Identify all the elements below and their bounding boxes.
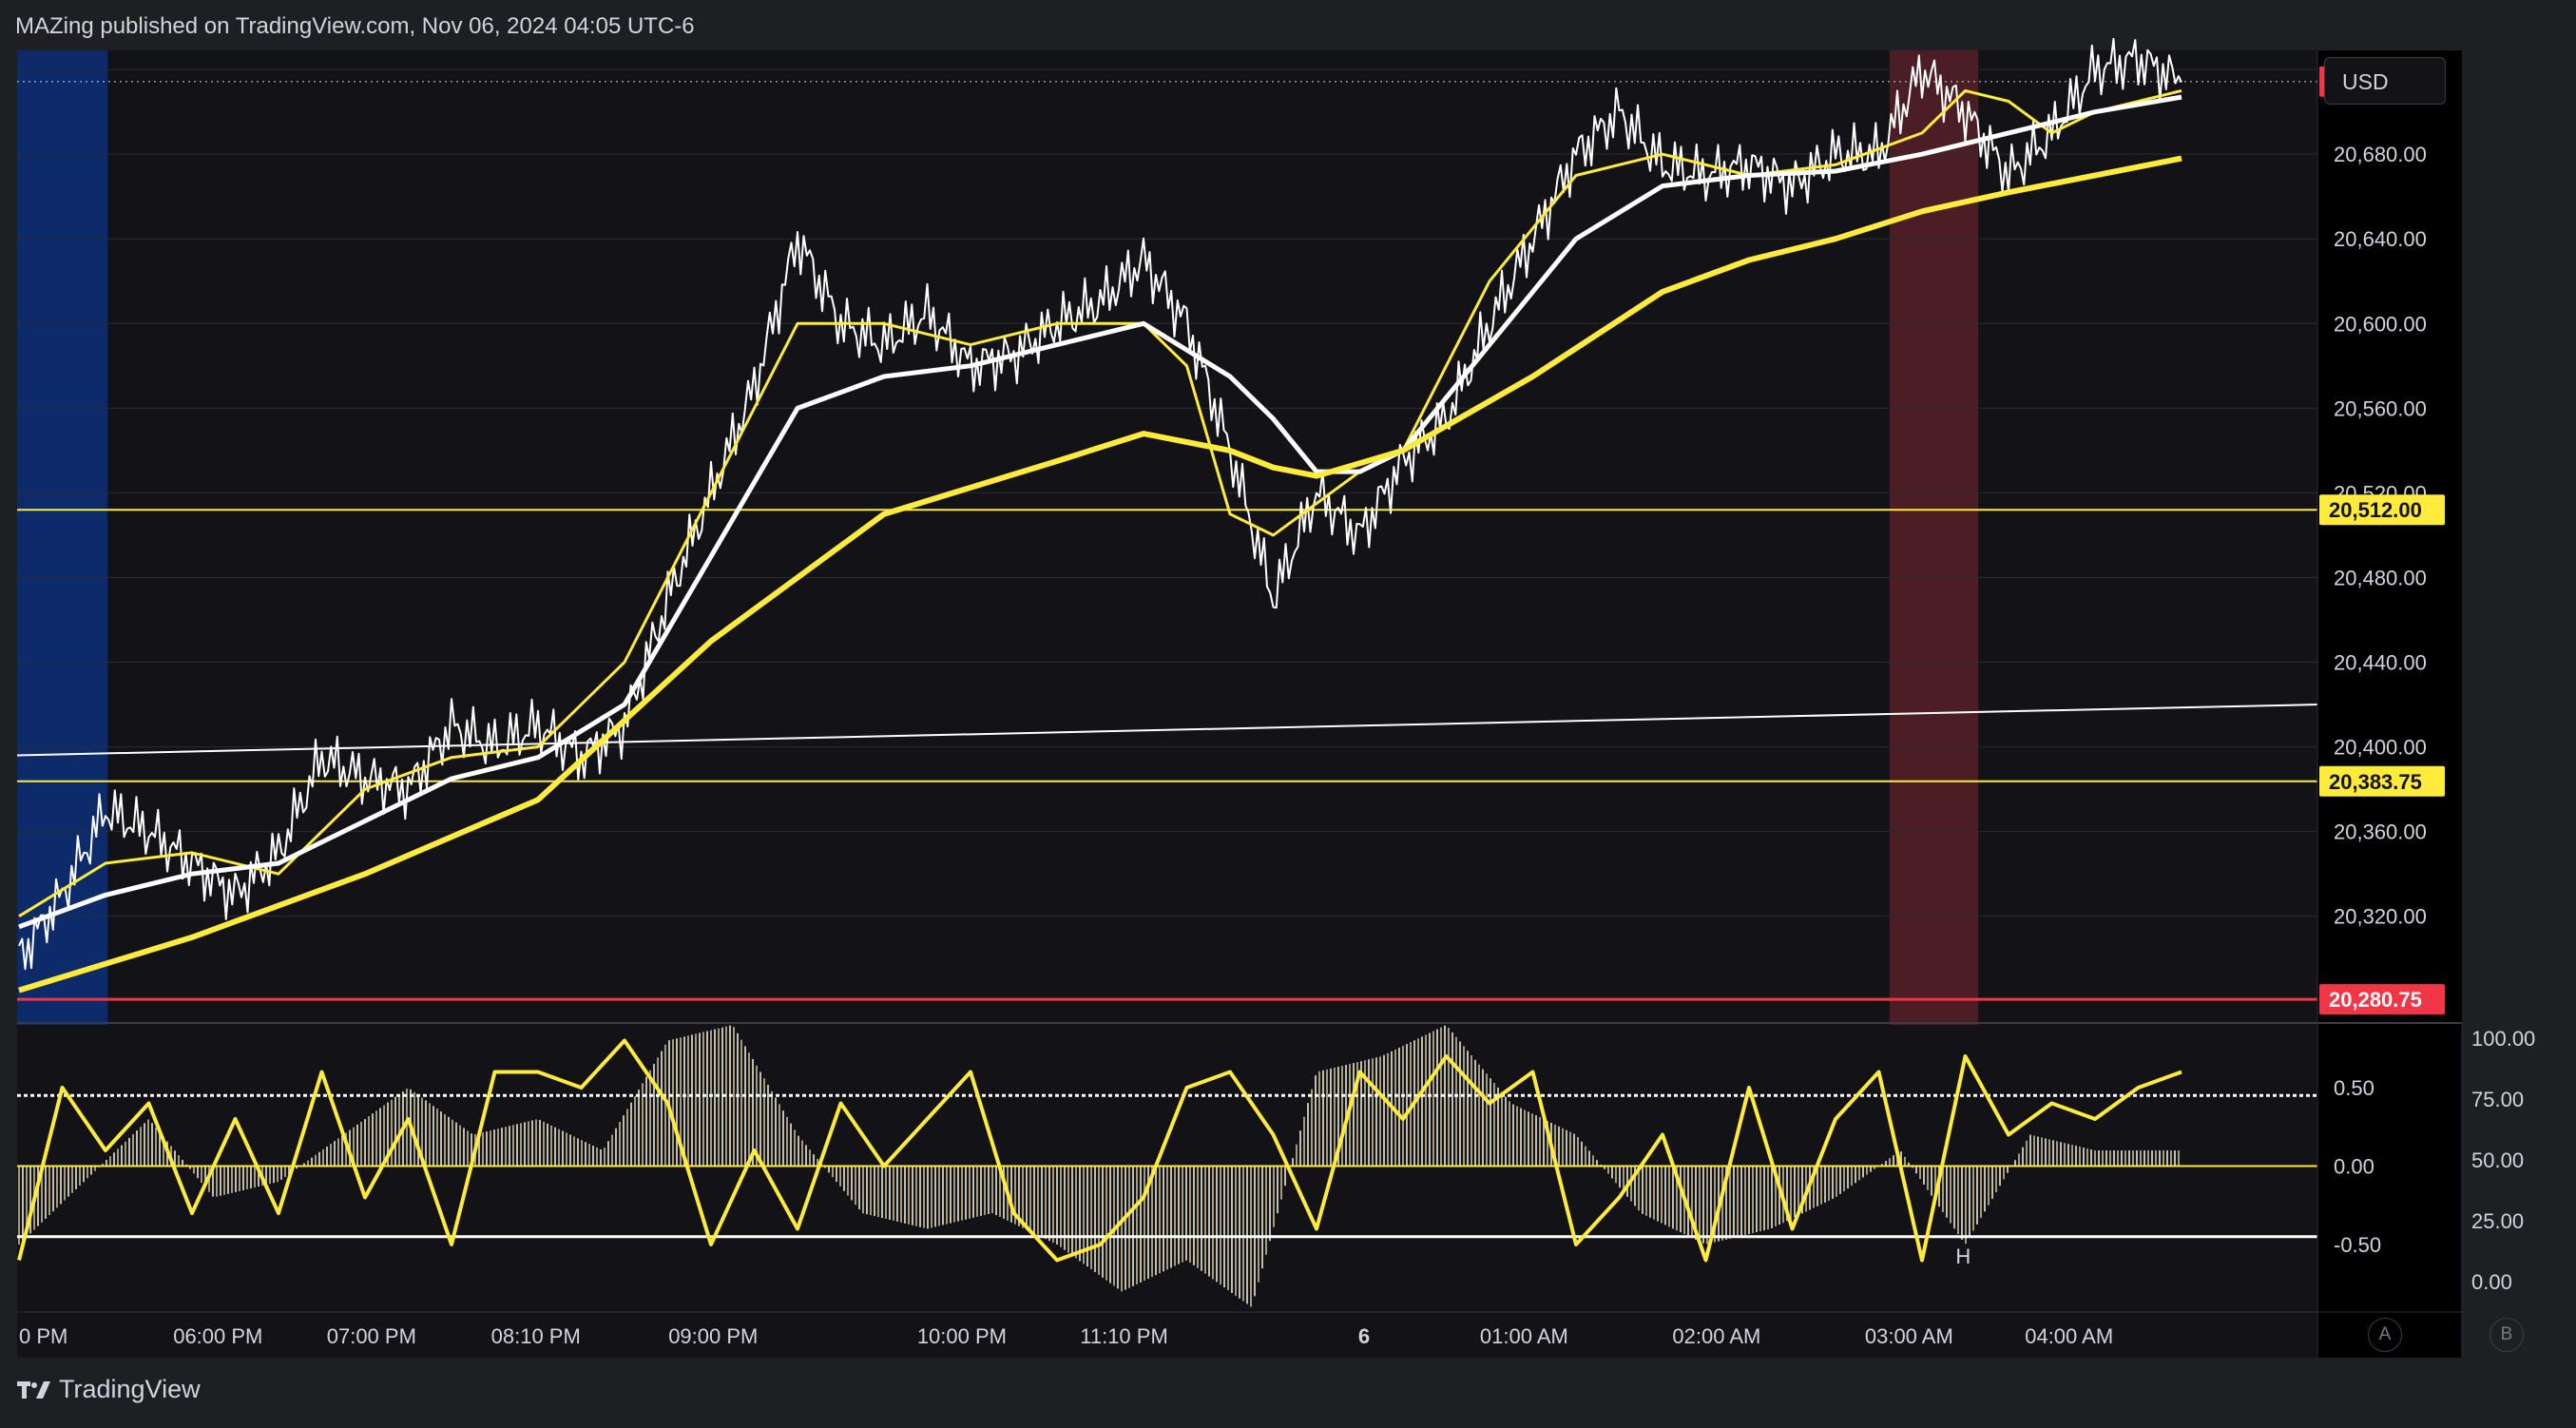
price-tick-label: 20,680.00 <box>2334 143 2427 166</box>
price-tick-label: 20,440.00 <box>2334 651 2427 675</box>
time-tick-label: 0 PM <box>19 1324 67 1348</box>
time-tick-label: 02:00 AM <box>1672 1324 1760 1348</box>
session-shade <box>17 50 108 1025</box>
time-tick-label: 11:10 PM <box>1080 1324 1168 1348</box>
oscillator-right-tick: 0.00 <box>2471 1270 2512 1294</box>
time-tick-label: 04:00 AM <box>2025 1324 2113 1348</box>
oscillator-right-tick: 50.00 <box>2471 1148 2524 1172</box>
price-tick-label: 20,360.00 <box>2334 820 2427 844</box>
price-tick-label: 20,560.00 <box>2334 396 2427 420</box>
oscillator-annotation: H <box>1955 1245 1970 1268</box>
price-tick-label: 20,400.00 <box>2334 736 2427 760</box>
price-tick-label: 20,640.00 <box>2334 227 2427 251</box>
oscillator-left-tick: 0.50 <box>2334 1076 2374 1100</box>
currency-button[interactable]: USD <box>2324 57 2446 105</box>
oscillator-left-tick: 0.00 <box>2334 1155 2374 1179</box>
time-tick-label: 01:00 AM <box>1480 1324 1568 1348</box>
oscillator-right-tick: 100.00 <box>2471 1027 2535 1051</box>
oscillator-left-tick: -0.50 <box>2334 1233 2381 1257</box>
oscillator-right-tick: 25.00 <box>2471 1209 2524 1233</box>
footer: TradingView <box>17 1375 201 1404</box>
log-scale-button[interactable]: B <box>2489 1318 2524 1352</box>
footer-brand: TradingView <box>59 1375 201 1403</box>
price-tick-label: 20,600.00 <box>2334 312 2427 336</box>
session-shade <box>1889 50 1979 1025</box>
price-label-text: 20,280.75 <box>2329 988 2422 1012</box>
time-tick-label: 10:00 PM <box>917 1324 1007 1348</box>
tradingview-logo-icon <box>17 1380 50 1399</box>
chart-canvas[interactable]: H 20,720.0020,680.0020,640.0020,600.0020… <box>0 0 2576 1428</box>
time-tick-label: 07:00 PM <box>327 1324 416 1348</box>
time-tick-label: 03:00 AM <box>1865 1324 1953 1348</box>
time-tick-label: 6 <box>1358 1324 1370 1348</box>
time-tick-label: 08:10 PM <box>491 1324 581 1348</box>
time-tick-label: 06:00 PM <box>173 1324 262 1348</box>
auto-scale-button[interactable]: A <box>2368 1318 2402 1352</box>
time-tick-label: 09:00 PM <box>668 1324 758 1348</box>
price-label-text: 20,512.00 <box>2329 498 2422 522</box>
price-tick-label: 20,320.00 <box>2334 905 2427 929</box>
price-label-text: 20,383.75 <box>2329 770 2422 794</box>
oscillator-right-tick: 75.00 <box>2471 1088 2524 1111</box>
price-tick-label: 20,480.00 <box>2334 566 2427 589</box>
